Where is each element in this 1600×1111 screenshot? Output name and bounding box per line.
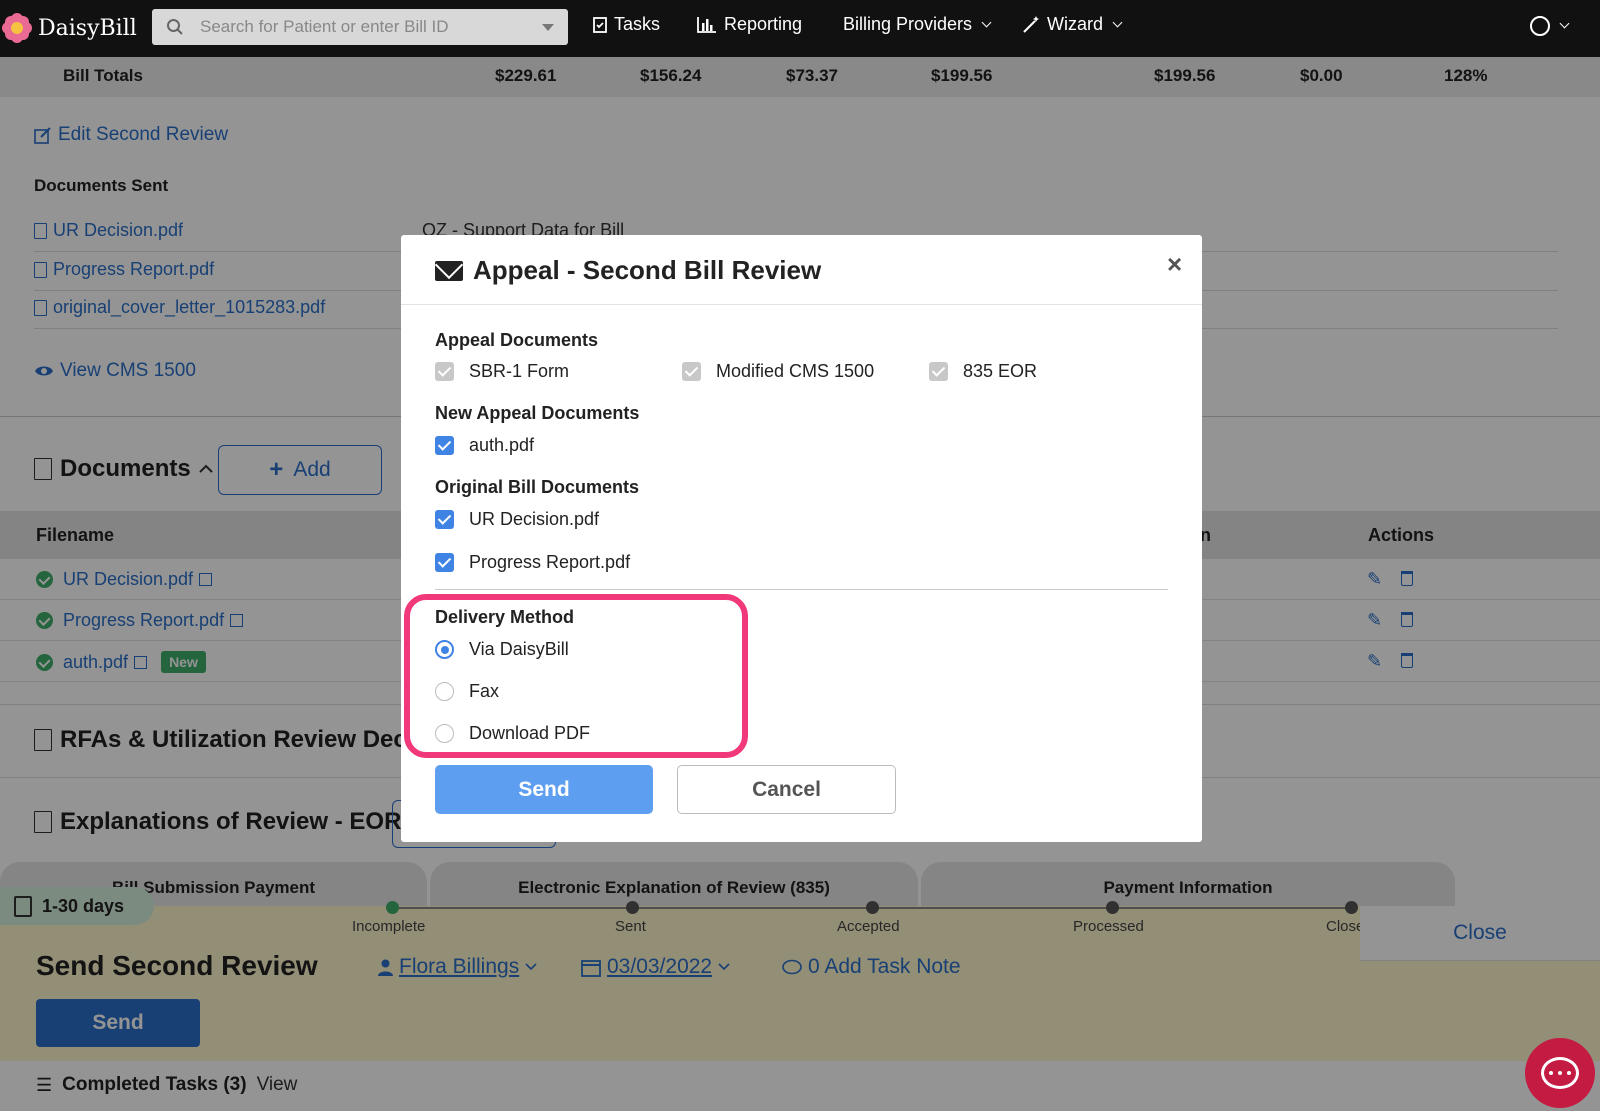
envelope-icon xyxy=(435,260,463,281)
checkbox-label: SBR-1 Form xyxy=(469,361,570,381)
checkbox-label: UR Decision.pdf xyxy=(469,509,600,529)
checkbox-ur-decision[interactable]: UR Decision.pdf xyxy=(435,509,599,530)
brand-logo[interactable]: DaisyBill xyxy=(0,8,137,48)
chevron-down-icon xyxy=(981,17,992,28)
checkbox-label: auth.pdf xyxy=(469,435,535,455)
bar-chart-icon xyxy=(697,17,716,33)
chevron-down-icon xyxy=(1112,17,1123,28)
modal-title-text: Appeal - Second Bill Review xyxy=(473,255,822,285)
checkbox-label: Progress Report.pdf xyxy=(469,552,631,572)
modal-send-label: Send xyxy=(518,777,570,801)
close-icon[interactable]: × xyxy=(1167,249,1182,280)
nav-reporting[interactable]: Reporting xyxy=(697,14,802,35)
checkbox-label: Modified CMS 1500 xyxy=(716,361,875,381)
nav-tasks[interactable]: Tasks xyxy=(593,14,660,35)
checkbox-modified-cms-1500: Modified CMS 1500 xyxy=(682,361,874,382)
new-appeal-documents-label: New Appeal Documents xyxy=(435,403,640,423)
search-icon xyxy=(167,19,183,35)
checkbox[interactable] xyxy=(435,510,454,529)
checkbox[interactable] xyxy=(435,553,454,572)
search-dropdown-icon[interactable] xyxy=(542,24,554,31)
delivery-method-highlight xyxy=(404,594,748,758)
checkbox-835-eor: 835 EOR xyxy=(929,361,1037,382)
clipboard-icon xyxy=(593,17,607,33)
checkbox xyxy=(435,362,454,381)
nav-reporting-label: Reporting xyxy=(724,14,803,34)
modal-send-button[interactable]: Send xyxy=(435,765,653,814)
brand-name: DaisyBill xyxy=(38,15,137,41)
nav-billing-providers-label: Billing Providers xyxy=(843,14,973,34)
modal-cancel-button[interactable]: Cancel xyxy=(677,765,896,814)
modal-header: Appeal - Second Bill Review × xyxy=(401,235,1202,305)
checkbox-auth-pdf[interactable]: auth.pdf xyxy=(435,435,534,456)
nav-tasks-label: Tasks xyxy=(614,14,661,34)
checkbox-label: 835 EOR xyxy=(963,361,1038,381)
modal-title: Appeal - Second Bill Review xyxy=(435,255,821,286)
chat-button[interactable] xyxy=(1525,1038,1595,1108)
modal-cancel-label: Cancel xyxy=(752,777,821,801)
nav-wizard[interactable]: Wizard xyxy=(1022,14,1123,35)
checkbox xyxy=(682,362,701,381)
checkbox xyxy=(929,362,948,381)
appeal-documents-label: Appeal Documents xyxy=(435,330,599,350)
magic-wand-icon xyxy=(1023,15,1039,33)
nav-wizard-label: Wizard xyxy=(1047,14,1104,34)
user-account-icon[interactable] xyxy=(1530,16,1550,36)
checkbox-progress-report[interactable]: Progress Report.pdf xyxy=(435,552,630,573)
daisy-flower-icon xyxy=(2,13,32,43)
original-bill-documents-label: Original Bill Documents xyxy=(435,477,640,497)
checkbox-sbr1-form: SBR-1 Form xyxy=(435,361,569,382)
nav-billing-providers[interactable]: Billing Providers xyxy=(843,14,992,35)
chat-icon xyxy=(1541,1057,1579,1089)
checkbox[interactable] xyxy=(435,436,454,455)
search-input[interactable]: Search for Patient or enter Bill ID xyxy=(152,9,568,45)
divider xyxy=(435,589,1168,590)
search-placeholder: Search for Patient or enter Bill ID xyxy=(200,17,449,36)
